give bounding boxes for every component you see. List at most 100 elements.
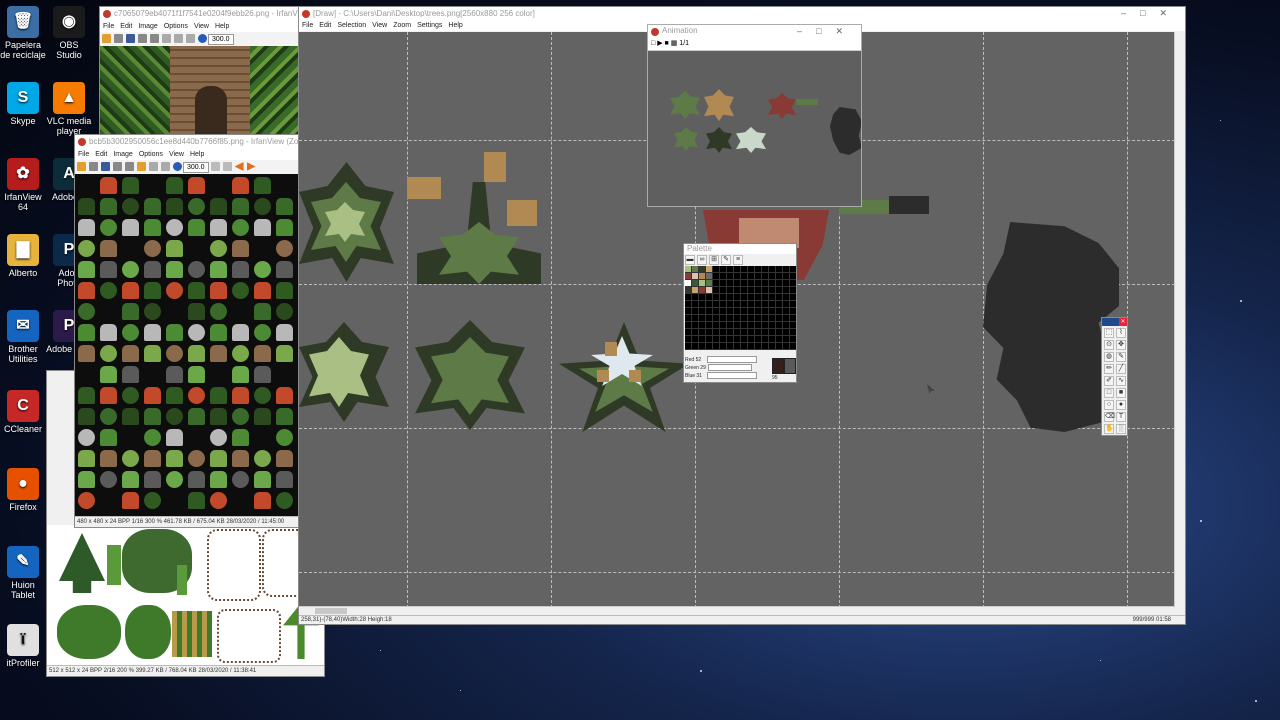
palette-swatch[interactable] [692, 273, 699, 280]
palette-swatch[interactable] [692, 294, 699, 301]
palette-swatch[interactable] [727, 343, 734, 350]
desktop-icon-11[interactable]: C CCleaner [0, 390, 46, 434]
palette-swatch[interactable] [762, 294, 769, 301]
title-bar[interactable]: Animation –□✕ [648, 25, 861, 37]
palette-swatch[interactable] [755, 308, 762, 315]
desktop-icon-9[interactable]: ✉ Brother Utilities [0, 310, 46, 364]
close-icon[interactable]: ✕ [1119, 318, 1127, 326]
palette-swatch[interactable] [783, 294, 790, 301]
copy-icon[interactable] [161, 162, 170, 171]
palette-swatch[interactable] [769, 322, 776, 329]
palette-swatch[interactable] [734, 308, 741, 315]
palette-swatch[interactable] [755, 280, 762, 287]
palette-swatch[interactable] [748, 273, 755, 280]
palette-swatch[interactable] [783, 343, 790, 350]
palette-swatch[interactable] [762, 322, 769, 329]
menu-edit[interactable]: Edit [319, 22, 331, 29]
frame-grid-icon[interactable]: ▦ [671, 40, 678, 47]
palette-swatch[interactable] [713, 273, 720, 280]
palette-swatch[interactable] [769, 287, 776, 294]
palette-swatch[interactable] [741, 301, 748, 308]
cut-icon[interactable] [162, 34, 171, 43]
palette-swatch[interactable] [720, 273, 727, 280]
palette-swatch[interactable] [720, 301, 727, 308]
palette-load-icon[interactable]: ▬ [685, 255, 695, 265]
open-icon[interactable] [102, 34, 111, 43]
palette-swatch[interactable] [720, 329, 727, 336]
palette-swatch[interactable] [727, 294, 734, 301]
menu-options[interactable]: Options [139, 151, 163, 158]
palette-list-icon[interactable]: ≡ [733, 255, 743, 265]
palette-swatch[interactable] [699, 301, 706, 308]
palette-swatch[interactable] [720, 280, 727, 287]
menu-edit[interactable]: Edit [120, 23, 132, 30]
palette-swatch[interactable] [748, 315, 755, 322]
palette-swatch[interactable] [783, 329, 790, 336]
palette-swatch[interactable] [720, 343, 727, 350]
palette-swatch[interactable] [776, 315, 783, 322]
pause-icon[interactable]: ■ [665, 40, 669, 47]
palette-swatch[interactable] [755, 287, 762, 294]
palette-swatch[interactable] [720, 266, 727, 273]
prev-arrow-icon[interactable] [234, 162, 244, 171]
palette-swatch[interactable] [783, 315, 790, 322]
menu-settings[interactable]: Settings [417, 22, 442, 29]
title-bar[interactable]: Palette [684, 244, 796, 254]
palette-swatch[interactable] [699, 273, 706, 280]
palette-swatch[interactable] [790, 273, 796, 280]
palette-swatch[interactable] [755, 294, 762, 301]
palette-swatch[interactable] [699, 294, 706, 301]
palette-swatch[interactable] [720, 315, 727, 322]
window-controls[interactable]: –□✕ [1121, 7, 1181, 20]
palette-swatch[interactable] [783, 273, 790, 280]
palette-swatch[interactable] [755, 336, 762, 343]
green-slider[interactable] [707, 364, 752, 372]
menu-view[interactable]: View [372, 22, 387, 29]
palette-swatch[interactable] [741, 280, 748, 287]
palette-swatch[interactable] [727, 273, 734, 280]
palette-swatch[interactable] [762, 273, 769, 280]
palette-swatch[interactable] [790, 266, 796, 273]
menu-help[interactable]: Help [190, 151, 204, 158]
palette-swatch[interactable] [748, 308, 755, 315]
background-color-swatch[interactable] [784, 358, 796, 374]
palette-swatch[interactable] [762, 329, 769, 336]
palette-swatch[interactable] [692, 343, 699, 350]
palette-swatch[interactable] [776, 336, 783, 343]
palette-swatch[interactable] [790, 294, 796, 301]
select-lasso-icon[interactable]: ⌇ [1116, 328, 1126, 338]
palette-swatch[interactable] [720, 287, 727, 294]
palette-swatch[interactable] [748, 301, 755, 308]
menu-edit[interactable]: Edit [95, 151, 107, 158]
palette-swatch[interactable] [748, 322, 755, 329]
menu-file[interactable]: File [103, 23, 114, 30]
palette-grid[interactable] [685, 266, 796, 350]
palette-swatch[interactable] [790, 336, 796, 343]
palette-swatch[interactable] [699, 329, 706, 336]
palette-swatch[interactable] [776, 343, 783, 350]
title-bar[interactable]: c7065079eb4071f1f7541e0204f9ebb26.png - … [100, 7, 298, 21]
palette-swatch[interactable] [720, 294, 727, 301]
palette-swatch[interactable] [699, 308, 706, 315]
vertical-scrollbar[interactable] [1174, 32, 1185, 608]
palette-swatch[interactable] [692, 280, 699, 287]
palette-swatch[interactable] [692, 329, 699, 336]
desktop-icon-3[interactable]: S Skype [0, 82, 46, 126]
palette-swatch[interactable] [790, 329, 796, 336]
menu-image[interactable]: Image [138, 23, 157, 30]
title-bar[interactable]: [Draw] - C:\Users\Dani\Desktop\trees.png… [299, 7, 1185, 20]
palette-swatch[interactable] [755, 273, 762, 280]
palette-swatch[interactable] [734, 266, 741, 273]
line-icon[interactable]: ╱ [1116, 364, 1126, 374]
palette-swatch[interactable] [692, 322, 699, 329]
palette-swatch[interactable] [713, 280, 720, 287]
palette-swatch[interactable] [769, 315, 776, 322]
palette-swatch[interactable] [755, 266, 762, 273]
palette-swatch[interactable] [790, 287, 796, 294]
palette-swatch[interactable] [783, 322, 790, 329]
palette-swatch[interactable] [699, 266, 706, 273]
palette-swatch[interactable] [790, 308, 796, 315]
desktop-icon-12[interactable]: ● Firefox [0, 468, 46, 512]
menu-selection[interactable]: Selection [337, 22, 366, 29]
palette-swatch[interactable] [734, 322, 741, 329]
